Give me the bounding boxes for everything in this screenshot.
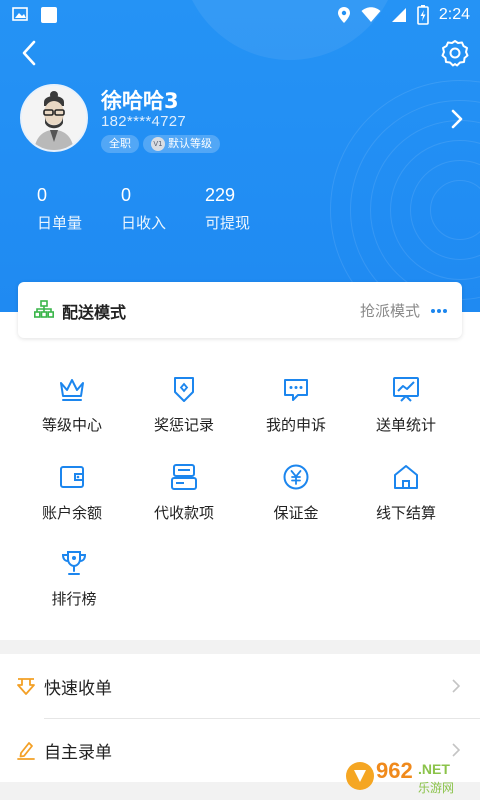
employment-tag-label: 全职 [109,137,131,150]
chevron-right-icon [452,679,460,693]
level-tag: V1 默认等级 [143,135,220,153]
settings-icon[interactable] [440,38,470,68]
grid-item-deposit[interactable]: 保证金 [236,462,356,523]
profile-header: 2:24 徐哈哈3 182****4727 全职 V1 默认等级 0 日单量 0… [0,0,480,312]
badge-icon [174,377,194,402]
chart-icon [393,377,419,402]
delivery-mode-value: 抢派模式 [359,302,420,320]
grid-item-label: 奖惩记录 [153,416,214,434]
more-icon[interactable] [430,308,448,314]
grid-item-label: 保证金 [273,504,319,522]
list-item-quick-receive[interactable]: 快速收单 [0,654,480,718]
grid-item-leaderboard[interactable]: 排行榜 [14,548,134,609]
user-tags: 全职 V1 默认等级 [101,135,220,153]
grid-item-account-balance[interactable]: 账户余额 [12,462,132,523]
status-bar: 2:24 [0,0,480,30]
wallet-icon [60,466,84,488]
grid-item-collection-payments[interactable]: 代收款项 [124,462,244,523]
payment-icon [171,464,197,490]
site-watermark: 962 .NET 乐游网 [346,758,454,795]
grid-item-label: 代收款项 [153,504,214,522]
crown-icon [60,379,84,401]
chevron-right-icon[interactable] [450,108,464,130]
list-item-label: 自主录单 [44,743,112,763]
stat-daily-orders[interactable]: 0 日单量 [37,185,82,233]
delivery-mode-card[interactable]: 配送模式 抢派模式 [18,282,462,338]
stat-label: 日收入 [121,214,167,232]
trophy-icon [61,551,87,575]
feature-grid: 等级中心 奖惩记录 我的申诉 送单统计 账户余额 代收款项 保证金 线下结算 排… [0,312,480,640]
wifi-icon [361,7,381,22]
app-notification-icon [41,7,57,23]
level-tag-label: 默认等级 [168,137,212,150]
avatar[interactable] [20,84,88,152]
signal-icon [391,8,406,22]
stat-daily-income[interactable]: 0 日收入 [121,185,166,233]
watermark-sub: 乐游网 [418,781,454,795]
chat-icon [284,379,308,401]
user-phone: 182****4727 [101,113,187,130]
download-icon [17,678,35,695]
grid-item-label: 排行榜 [51,590,97,608]
list-item-label: 快速收单 [44,679,112,699]
grid-item-offline-settlement[interactable]: 线下结算 [346,462,466,523]
user-name: 徐哈哈3 [101,89,179,113]
stat-value: 229 [205,185,236,205]
stat-label: 可提现 [205,214,251,232]
status-time: 2:24 [438,6,470,23]
grid-item-label: 线下结算 [375,504,436,522]
employment-tag: 全职 [101,135,139,153]
yen-icon [283,464,309,490]
grid-item-my-appeals[interactable]: 我的申诉 [236,374,356,435]
grid-item-level-center[interactable]: 等级中心 [12,374,132,435]
back-button[interactable] [16,38,44,68]
home-icon [394,465,418,489]
location-icon [337,7,350,23]
hierarchy-icon [34,300,54,318]
grid-item-delivery-stats[interactable]: 送单统计 [346,374,466,435]
stat-value: 0 [37,185,48,205]
grid-item-label: 我的申诉 [265,416,326,434]
edit-icon [17,742,35,760]
grid-item-label: 送单统计 [375,416,436,434]
grid-item-label: 账户余额 [41,504,102,522]
level-badge-icon: V1 [151,137,165,151]
watermark-suffix: .NET [418,761,450,777]
stat-label: 日单量 [37,214,83,232]
image-notification-icon [12,7,28,21]
delivery-mode-title: 配送模式 [62,303,127,322]
stat-withdrawable[interactable]: 229 可提现 [205,185,250,233]
grid-item-label: 等级中心 [41,416,102,434]
grid-item-rewards-penalties[interactable]: 奖惩记录 [124,374,244,435]
avatar-illustration [22,86,86,150]
watermark-brand: 962 [376,758,413,783]
battery-icon [417,5,429,25]
stat-value: 0 [121,185,132,205]
